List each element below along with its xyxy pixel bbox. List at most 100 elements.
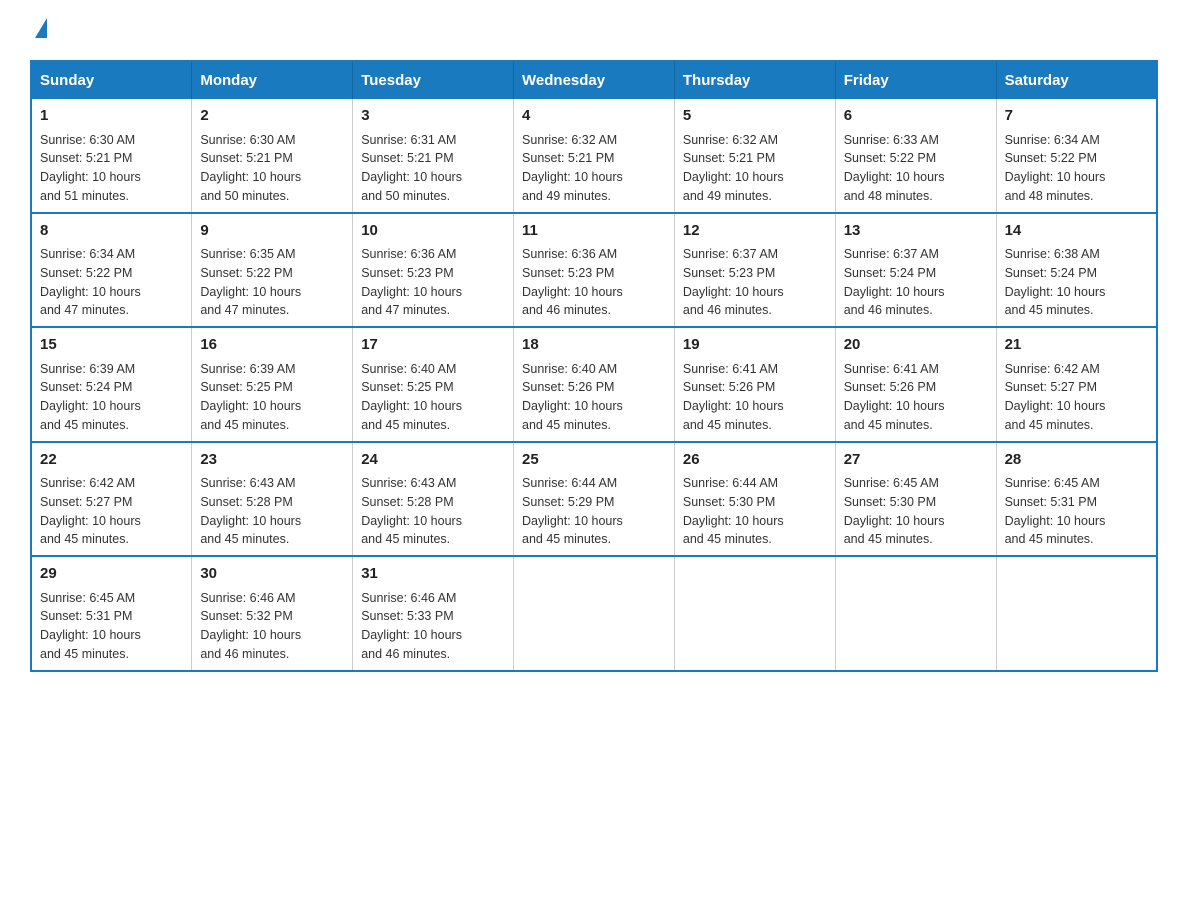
calendar-cell: 21 Sunrise: 6:42 AMSunset: 5:27 PMDaylig… [996, 327, 1157, 442]
calendar-cell: 5 Sunrise: 6:32 AMSunset: 5:21 PMDayligh… [674, 99, 835, 213]
day-info: Sunrise: 6:37 AMSunset: 5:24 PMDaylight:… [844, 247, 945, 317]
calendar-cell: 24 Sunrise: 6:43 AMSunset: 5:28 PMDaylig… [353, 442, 514, 557]
calendar-week-4: 22 Sunrise: 6:42 AMSunset: 5:27 PMDaylig… [31, 442, 1157, 557]
calendar-cell: 31 Sunrise: 6:46 AMSunset: 5:33 PMDaylig… [353, 556, 514, 671]
day-info: Sunrise: 6:41 AMSunset: 5:26 PMDaylight:… [844, 362, 945, 432]
day-number: 6 [844, 105, 988, 128]
day-info: Sunrise: 6:30 AMSunset: 5:21 PMDaylight:… [200, 133, 301, 203]
day-number: 17 [361, 334, 505, 357]
day-number: 23 [200, 449, 344, 472]
day-info: Sunrise: 6:32 AMSunset: 5:21 PMDaylight:… [522, 133, 623, 203]
day-number: 16 [200, 334, 344, 357]
day-info: Sunrise: 6:38 AMSunset: 5:24 PMDaylight:… [1005, 247, 1106, 317]
day-info: Sunrise: 6:43 AMSunset: 5:28 PMDaylight:… [200, 476, 301, 546]
weekday-header-sunday: Sunday [31, 61, 192, 99]
calendar-cell: 13 Sunrise: 6:37 AMSunset: 5:24 PMDaylig… [835, 213, 996, 328]
calendar-cell: 7 Sunrise: 6:34 AMSunset: 5:22 PMDayligh… [996, 99, 1157, 213]
day-number: 27 [844, 449, 988, 472]
logo [30, 20, 47, 40]
day-info: Sunrise: 6:45 AMSunset: 5:31 PMDaylight:… [40, 591, 141, 661]
logo-triangle-icon [35, 18, 47, 38]
day-info: Sunrise: 6:36 AMSunset: 5:23 PMDaylight:… [361, 247, 462, 317]
calendar-cell: 1 Sunrise: 6:30 AMSunset: 5:21 PMDayligh… [31, 99, 192, 213]
calendar-cell: 3 Sunrise: 6:31 AMSunset: 5:21 PMDayligh… [353, 99, 514, 213]
day-number: 28 [1005, 449, 1148, 472]
day-number: 19 [683, 334, 827, 357]
day-info: Sunrise: 6:30 AMSunset: 5:21 PMDaylight:… [40, 133, 141, 203]
calendar-cell: 22 Sunrise: 6:42 AMSunset: 5:27 PMDaylig… [31, 442, 192, 557]
calendar-cell: 6 Sunrise: 6:33 AMSunset: 5:22 PMDayligh… [835, 99, 996, 213]
logo-text [30, 20, 47, 40]
calendar-cell: 11 Sunrise: 6:36 AMSunset: 5:23 PMDaylig… [514, 213, 675, 328]
weekday-header-wednesday: Wednesday [514, 61, 675, 99]
day-number: 14 [1005, 220, 1148, 243]
day-info: Sunrise: 6:44 AMSunset: 5:30 PMDaylight:… [683, 476, 784, 546]
day-info: Sunrise: 6:42 AMSunset: 5:27 PMDaylight:… [40, 476, 141, 546]
calendar-cell: 15 Sunrise: 6:39 AMSunset: 5:24 PMDaylig… [31, 327, 192, 442]
calendar-cell [674, 556, 835, 671]
day-number: 18 [522, 334, 666, 357]
weekday-header-thursday: Thursday [674, 61, 835, 99]
day-number: 29 [40, 563, 183, 586]
day-info: Sunrise: 6:41 AMSunset: 5:26 PMDaylight:… [683, 362, 784, 432]
day-number: 25 [522, 449, 666, 472]
day-number: 12 [683, 220, 827, 243]
day-number: 1 [40, 105, 183, 128]
calendar-header: SundayMondayTuesdayWednesdayThursdayFrid… [31, 61, 1157, 99]
calendar-cell: 18 Sunrise: 6:40 AMSunset: 5:26 PMDaylig… [514, 327, 675, 442]
calendar-cell: 2 Sunrise: 6:30 AMSunset: 5:21 PMDayligh… [192, 99, 353, 213]
day-info: Sunrise: 6:34 AMSunset: 5:22 PMDaylight:… [40, 247, 141, 317]
calendar-cell [514, 556, 675, 671]
calendar-cell: 14 Sunrise: 6:38 AMSunset: 5:24 PMDaylig… [996, 213, 1157, 328]
calendar-cell: 27 Sunrise: 6:45 AMSunset: 5:30 PMDaylig… [835, 442, 996, 557]
day-number: 20 [844, 334, 988, 357]
calendar-week-5: 29 Sunrise: 6:45 AMSunset: 5:31 PMDaylig… [31, 556, 1157, 671]
calendar-cell [835, 556, 996, 671]
day-info: Sunrise: 6:40 AMSunset: 5:26 PMDaylight:… [522, 362, 623, 432]
calendar-cell: 20 Sunrise: 6:41 AMSunset: 5:26 PMDaylig… [835, 327, 996, 442]
day-info: Sunrise: 6:35 AMSunset: 5:22 PMDaylight:… [200, 247, 301, 317]
day-number: 8 [40, 220, 183, 243]
calendar-week-3: 15 Sunrise: 6:39 AMSunset: 5:24 PMDaylig… [31, 327, 1157, 442]
day-info: Sunrise: 6:40 AMSunset: 5:25 PMDaylight:… [361, 362, 462, 432]
day-info: Sunrise: 6:33 AMSunset: 5:22 PMDaylight:… [844, 133, 945, 203]
calendar-body: 1 Sunrise: 6:30 AMSunset: 5:21 PMDayligh… [31, 99, 1157, 671]
calendar-cell: 16 Sunrise: 6:39 AMSunset: 5:25 PMDaylig… [192, 327, 353, 442]
calendar-cell: 10 Sunrise: 6:36 AMSunset: 5:23 PMDaylig… [353, 213, 514, 328]
calendar-cell: 26 Sunrise: 6:44 AMSunset: 5:30 PMDaylig… [674, 442, 835, 557]
weekday-header-friday: Friday [835, 61, 996, 99]
day-info: Sunrise: 6:39 AMSunset: 5:24 PMDaylight:… [40, 362, 141, 432]
day-number: 11 [522, 220, 666, 243]
calendar-week-2: 8 Sunrise: 6:34 AMSunset: 5:22 PMDayligh… [31, 213, 1157, 328]
weekday-header-monday: Monday [192, 61, 353, 99]
day-info: Sunrise: 6:43 AMSunset: 5:28 PMDaylight:… [361, 476, 462, 546]
calendar-cell: 30 Sunrise: 6:46 AMSunset: 5:32 PMDaylig… [192, 556, 353, 671]
calendar-cell: 19 Sunrise: 6:41 AMSunset: 5:26 PMDaylig… [674, 327, 835, 442]
calendar-cell: 23 Sunrise: 6:43 AMSunset: 5:28 PMDaylig… [192, 442, 353, 557]
day-info: Sunrise: 6:45 AMSunset: 5:31 PMDaylight:… [1005, 476, 1106, 546]
day-info: Sunrise: 6:32 AMSunset: 5:21 PMDaylight:… [683, 133, 784, 203]
page-header [30, 20, 1158, 40]
weekday-header-saturday: Saturday [996, 61, 1157, 99]
day-number: 4 [522, 105, 666, 128]
day-info: Sunrise: 6:42 AMSunset: 5:27 PMDaylight:… [1005, 362, 1106, 432]
day-info: Sunrise: 6:37 AMSunset: 5:23 PMDaylight:… [683, 247, 784, 317]
day-number: 7 [1005, 105, 1148, 128]
calendar-table: SundayMondayTuesdayWednesdayThursdayFrid… [30, 60, 1158, 672]
calendar-cell: 4 Sunrise: 6:32 AMSunset: 5:21 PMDayligh… [514, 99, 675, 213]
day-number: 3 [361, 105, 505, 128]
day-number: 24 [361, 449, 505, 472]
day-number: 22 [40, 449, 183, 472]
day-info: Sunrise: 6:45 AMSunset: 5:30 PMDaylight:… [844, 476, 945, 546]
day-info: Sunrise: 6:36 AMSunset: 5:23 PMDaylight:… [522, 247, 623, 317]
day-info: Sunrise: 6:46 AMSunset: 5:32 PMDaylight:… [200, 591, 301, 661]
day-info: Sunrise: 6:31 AMSunset: 5:21 PMDaylight:… [361, 133, 462, 203]
day-info: Sunrise: 6:39 AMSunset: 5:25 PMDaylight:… [200, 362, 301, 432]
calendar-cell: 8 Sunrise: 6:34 AMSunset: 5:22 PMDayligh… [31, 213, 192, 328]
day-number: 2 [200, 105, 344, 128]
calendar-cell: 25 Sunrise: 6:44 AMSunset: 5:29 PMDaylig… [514, 442, 675, 557]
calendar-cell: 12 Sunrise: 6:37 AMSunset: 5:23 PMDaylig… [674, 213, 835, 328]
calendar-cell: 28 Sunrise: 6:45 AMSunset: 5:31 PMDaylig… [996, 442, 1157, 557]
day-number: 21 [1005, 334, 1148, 357]
weekday-header-tuesday: Tuesday [353, 61, 514, 99]
